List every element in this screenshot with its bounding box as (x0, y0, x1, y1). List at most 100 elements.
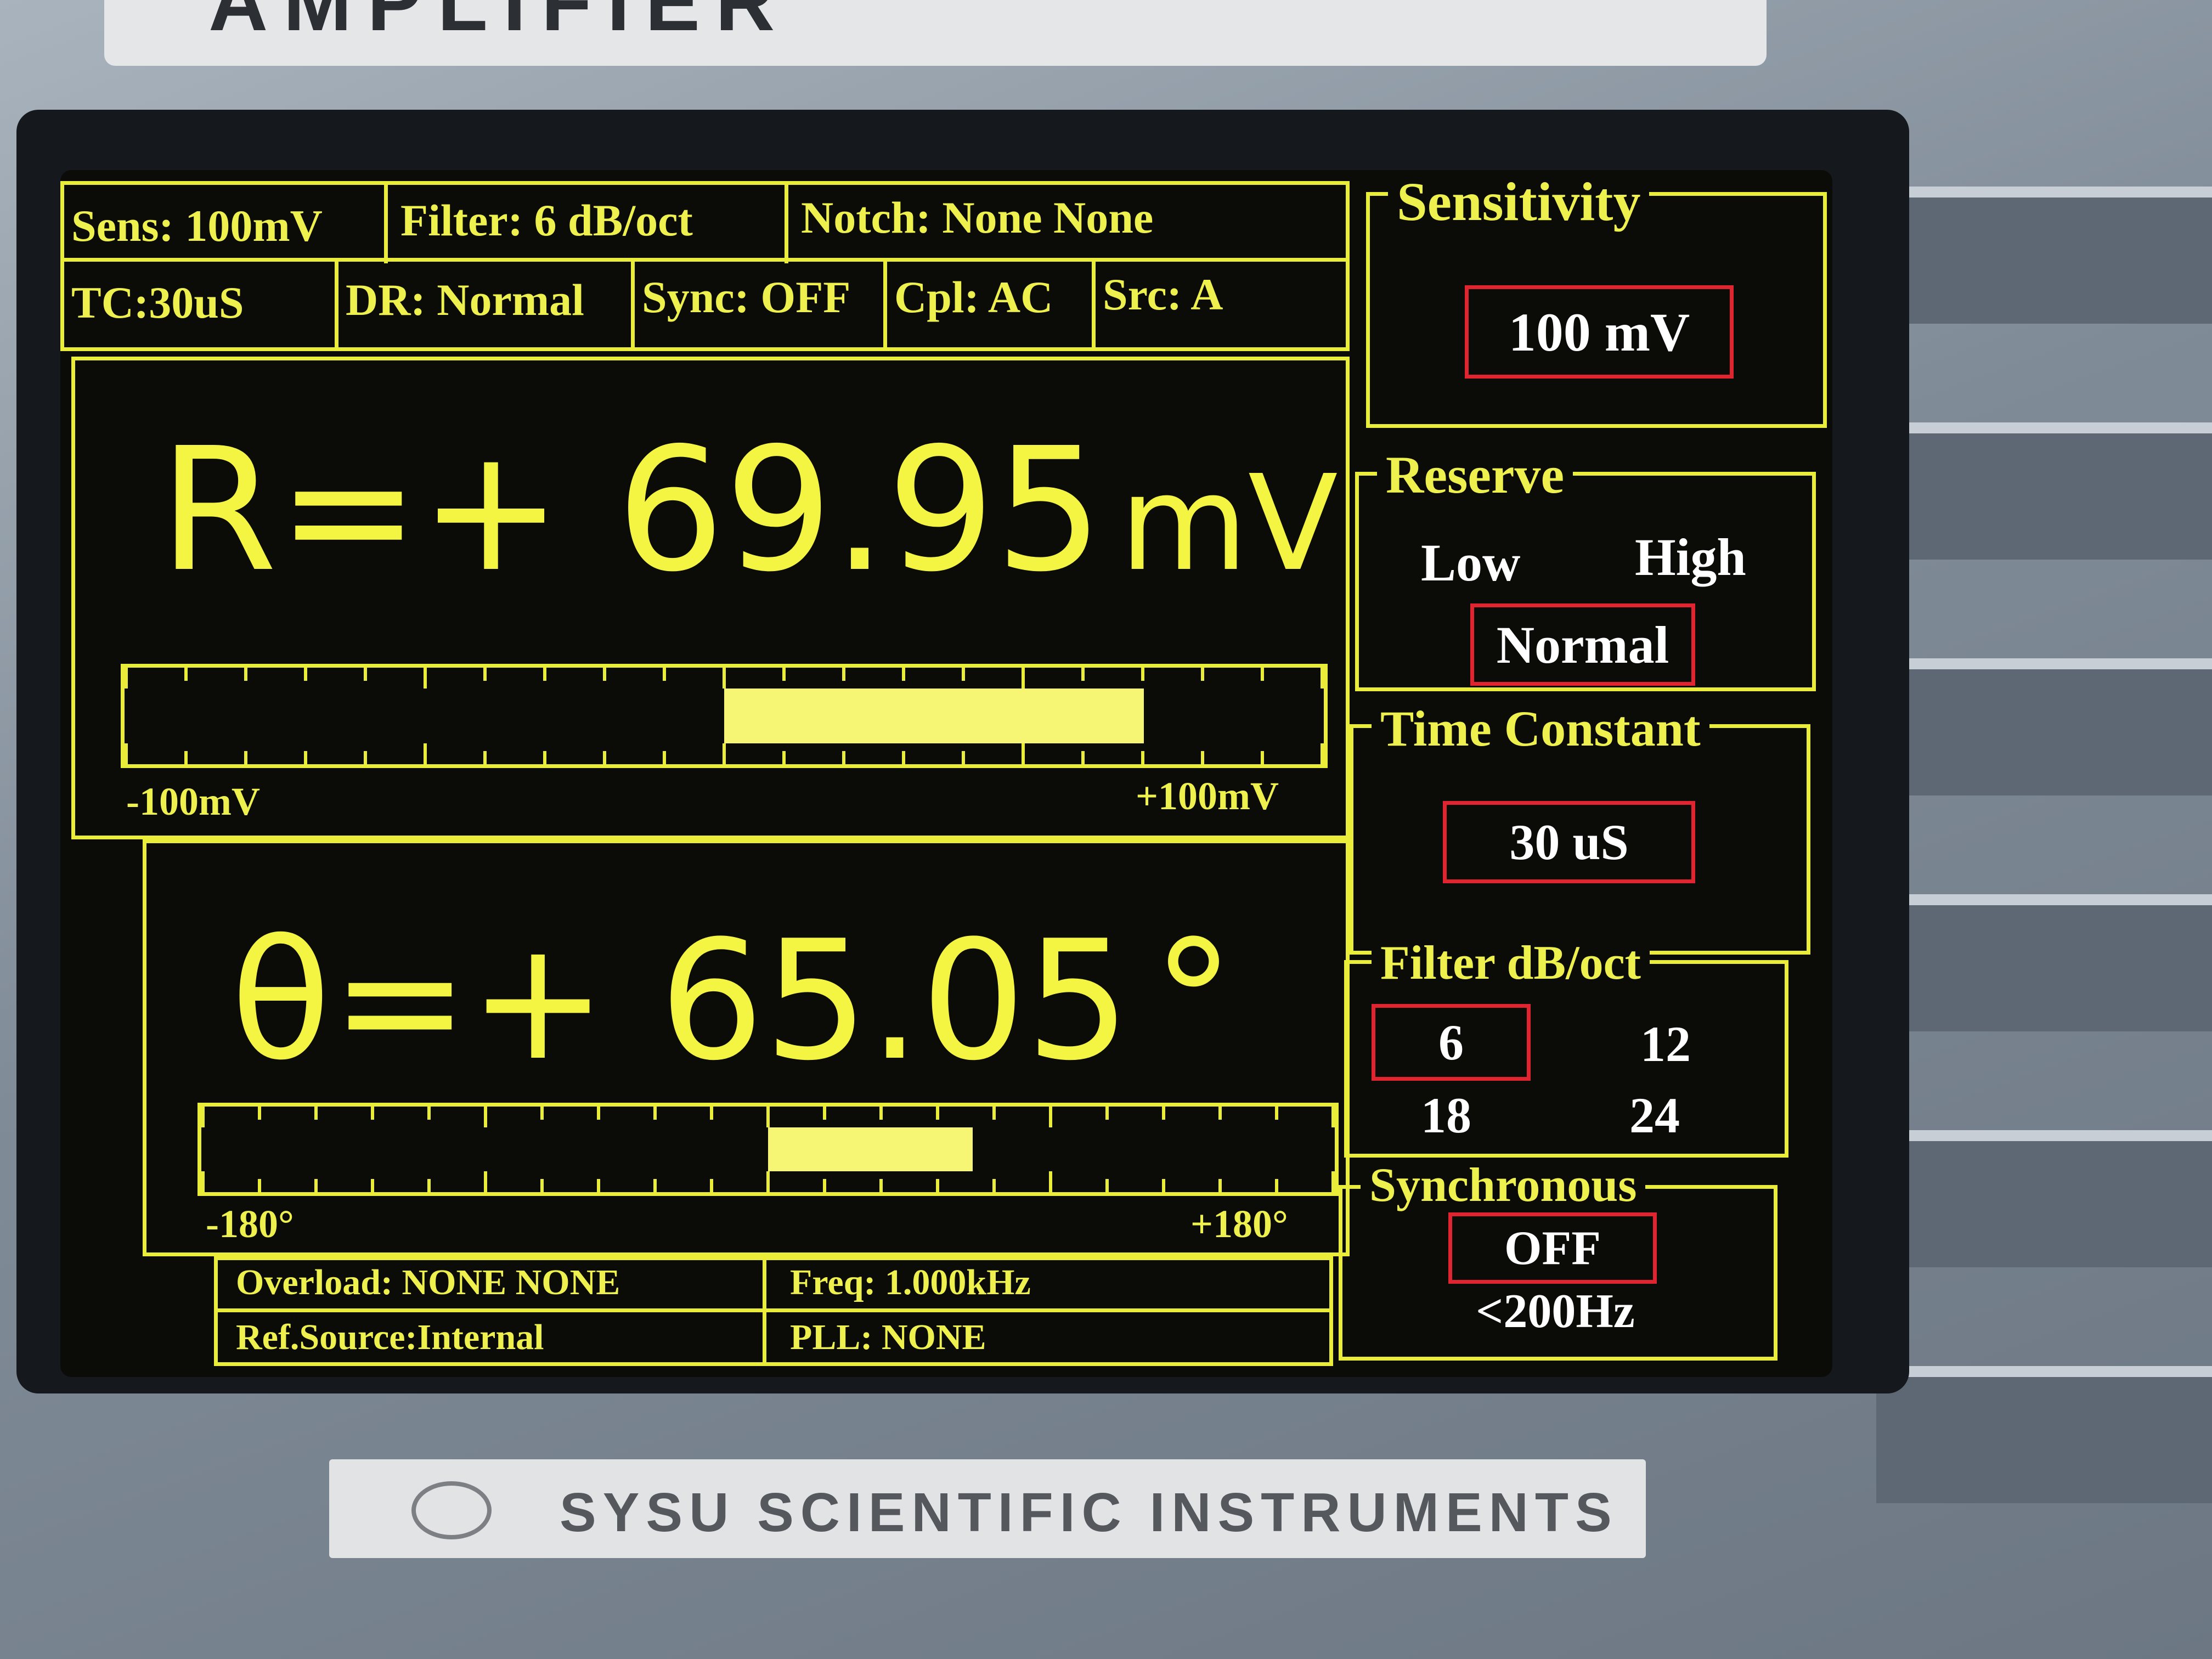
r-scale-min: -100mV (126, 780, 260, 823)
vent-slat (1876, 187, 2212, 324)
vent-slat (1876, 658, 2212, 795)
status-filter: Filter: 6 dB/oct (400, 195, 693, 245)
bar-tick (766, 1107, 770, 1127)
bar-tick (782, 751, 786, 764)
bar-tick (314, 1107, 318, 1120)
model-label: OE1022E DSP LOCK-IN AMPLIFIER (208, 0, 791, 48)
bar-tick (842, 751, 845, 764)
filter-option-24[interactable]: 24 (1629, 1086, 1680, 1144)
bar-tick (723, 668, 726, 689)
bar-tick (364, 668, 367, 681)
bar-tick (663, 751, 666, 764)
r-bar-fill (724, 689, 1144, 743)
status-cell-divider (631, 258, 635, 351)
sensitivity-value[interactable]: 100 mV (1465, 285, 1734, 379)
bar-tick (1081, 751, 1085, 764)
footer-ref-source: Ref.Source:Internal (236, 1317, 544, 1357)
bar-tick (879, 1179, 883, 1192)
bar-tick (427, 1107, 431, 1120)
reserve-high[interactable]: High (1635, 527, 1746, 588)
theta-bar-fill (768, 1127, 973, 1171)
synchronous-value[interactable]: OFF (1448, 1212, 1657, 1284)
bar-tick (484, 1107, 487, 1127)
theta-scale-max: +180° (1190, 1202, 1288, 1246)
status-cell-divider (384, 181, 388, 263)
bar-tick (710, 1107, 713, 1120)
reserve-selected[interactable]: Normal (1470, 603, 1695, 686)
theta-value: θ=+ 65.05 (230, 905, 1131, 1097)
footer-row-divider (214, 1308, 1333, 1312)
r-unit: mV (1119, 447, 1338, 600)
bar-tick (842, 668, 845, 681)
bar-tick (540, 1179, 544, 1192)
bar-tick (484, 1171, 487, 1192)
bar-tick (1201, 668, 1204, 681)
status-cell-divider (883, 258, 887, 351)
bar-tick (304, 751, 307, 764)
bar-tick (184, 668, 188, 681)
bar-tick (1049, 1171, 1052, 1192)
bar-tick (1022, 668, 1025, 689)
bar-tick (992, 1179, 996, 1192)
bar-tick (1321, 668, 1324, 689)
vent-slat (1876, 422, 2212, 560)
brand-logo-icon (411, 1481, 492, 1539)
r-scale-max: +100mV (1136, 774, 1279, 818)
bar-tick (710, 1179, 713, 1192)
footer-frequency: Freq: 1.000kHz (790, 1262, 1031, 1302)
synchronous-note: <200Hz (1476, 1285, 1635, 1338)
bar-tick (782, 668, 786, 681)
bar-tick (1218, 1179, 1222, 1192)
bar-tick (258, 1179, 261, 1192)
bar-tick (597, 1107, 600, 1120)
bar-tick (879, 1107, 883, 1120)
r-value: R=+ 69.95 (159, 411, 1103, 610)
brand-name: SYSU SCIENTIFIC INSTRUMENTS (560, 1482, 1618, 1543)
status-time-constant: TC:30uS (71, 278, 244, 328)
status-cell-divider (785, 181, 788, 263)
filter-option-6[interactable]: 6 (1372, 1004, 1531, 1081)
bar-tick (424, 743, 427, 764)
bar-tick (766, 1171, 770, 1192)
bar-tick (1162, 1179, 1165, 1192)
status-source: Src: A (1103, 269, 1223, 319)
bar-tick (603, 668, 606, 681)
vent-slat (1876, 894, 2212, 1031)
bar-tick (1275, 1107, 1278, 1120)
status-row-divider (60, 258, 1350, 262)
bar-tick (258, 1107, 261, 1120)
theta-scale-min: -180° (206, 1202, 294, 1246)
bar-tick (992, 1107, 996, 1120)
bar-tick (1162, 1107, 1165, 1120)
bar-tick (543, 668, 546, 681)
bar-tick (1141, 668, 1144, 681)
bar-tick (201, 1171, 205, 1192)
vent-slat (1876, 1130, 2212, 1267)
bar-tick (1321, 743, 1324, 764)
bar-tick (371, 1179, 374, 1192)
time-constant-title: Time Constant (1372, 699, 1709, 758)
model-label-plate: OE1022E DSP LOCK-IN AMPLIFIER (104, 0, 1767, 66)
bar-tick (1331, 1107, 1335, 1127)
bar-tick (653, 1107, 657, 1120)
status-dynamic-reserve: DR: Normal (346, 275, 584, 325)
side-vents (1876, 187, 2212, 1602)
bar-tick (364, 751, 367, 764)
bar-tick (1105, 1107, 1109, 1120)
bar-tick (1105, 1179, 1109, 1192)
bar-tick (936, 1107, 939, 1120)
bar-tick (1261, 751, 1264, 764)
theta-unit: ° (1152, 905, 1235, 1097)
bar-tick (1201, 751, 1204, 764)
bar-tick (962, 751, 965, 764)
footer-pll: PLL: NONE (790, 1317, 986, 1357)
bar-tick (184, 751, 188, 764)
bar-tick (483, 668, 487, 681)
filter-option-18[interactable]: 18 (1421, 1086, 1471, 1144)
bar-tick (902, 668, 905, 681)
reserve-low[interactable]: Low (1421, 532, 1520, 593)
time-constant-value[interactable]: 30 uS (1443, 801, 1695, 883)
brand-plate: SYSU SCIENTIFIC INSTRUMENTS (329, 1459, 1646, 1558)
filter-option-12[interactable]: 12 (1640, 1015, 1691, 1073)
bar-tick (936, 1179, 939, 1192)
